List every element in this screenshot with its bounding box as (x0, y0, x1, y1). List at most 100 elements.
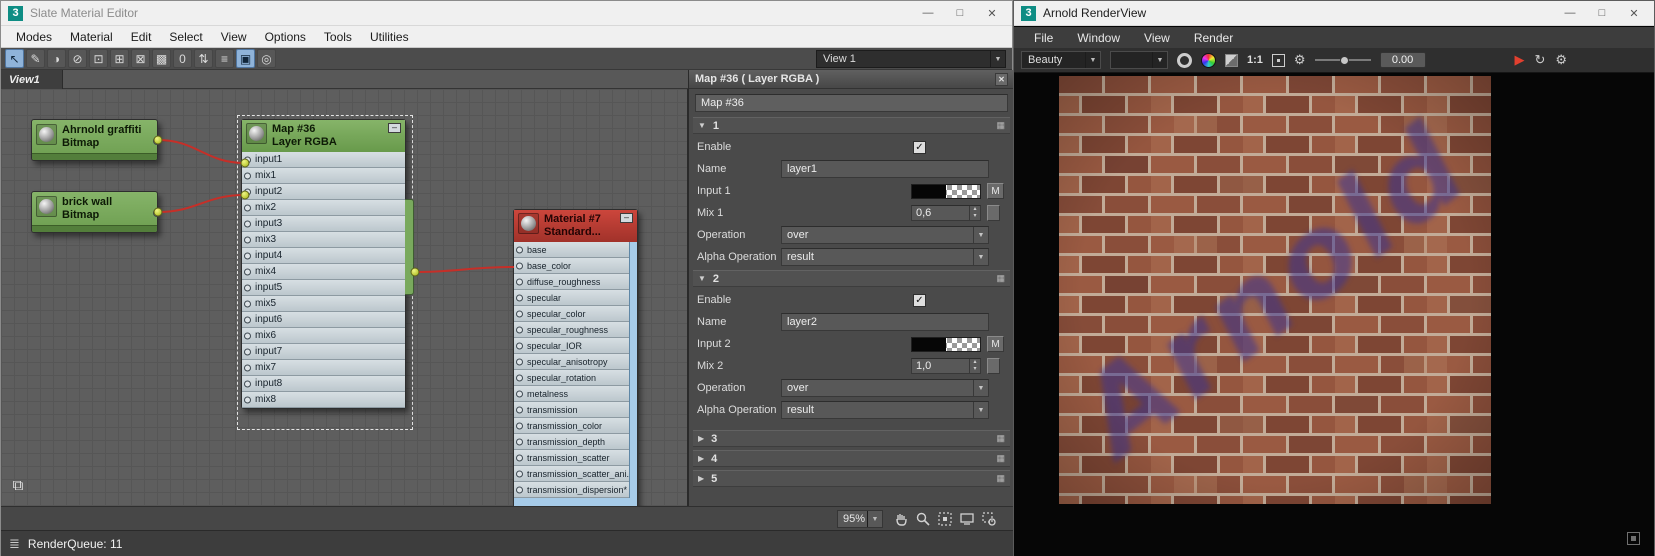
alpha-operation-dropdown[interactable]: result ▼ (781, 248, 989, 266)
section-4-header[interactable]: ▶ 4 ▦ (693, 450, 1010, 467)
show-shaded-material-icon[interactable]: ⊠ (131, 49, 150, 68)
menu-view[interactable]: View (212, 30, 256, 44)
node-slot-input3[interactable]: input3 (242, 216, 405, 232)
rgb-channels-icon[interactable] (1201, 52, 1216, 68)
minimize-button[interactable]: — (912, 2, 944, 24)
slot-socket-icon[interactable] (244, 364, 251, 371)
menu-file[interactable]: File (1022, 31, 1065, 45)
connector-dot[interactable] (153, 207, 163, 217)
view-selector-dropdown[interactable]: View 1 ▼ (816, 50, 1006, 68)
start-render-icon[interactable]: ▶ (1514, 52, 1524, 68)
node-slot-transmission_scatter[interactable]: transmission_scatter (514, 450, 629, 466)
mix-spinner[interactable]: 1,0 ▴ ▾ (911, 358, 981, 374)
slate-titlebar[interactable]: 3 Slate Material Editor — □ ✕ (1, 1, 1012, 26)
spinner-up-icon[interactable]: ▴ (970, 359, 980, 366)
zoom-icon[interactable] (913, 509, 932, 528)
connector-dot[interactable] (153, 135, 163, 145)
menu-material[interactable]: Material (61, 30, 122, 44)
zoom-preview-icon[interactable]: ◎ (257, 49, 276, 68)
slot-socket-icon[interactable] (516, 438, 523, 445)
pan-hand-icon[interactable] (891, 509, 910, 528)
slot-socket-icon[interactable] (244, 172, 251, 179)
display-gamma-icon[interactable] (1177, 52, 1192, 68)
node-bitmap-graffiti[interactable]: Ahrnold graffiti Bitmap (31, 119, 161, 161)
node-slot-input4[interactable]: input4 (242, 248, 405, 264)
slot-socket-icon[interactable] (516, 358, 523, 365)
menu-edit[interactable]: Edit (122, 30, 161, 44)
show-material-id-icon[interactable]: 0 (173, 49, 192, 68)
layout-all-icon[interactable]: ⇅ (194, 49, 213, 68)
node-slot-specular[interactable]: specular (514, 290, 629, 306)
node-slot-transmission_dispersion*[interactable]: transmission_dispersion* (514, 482, 629, 498)
delete-selected-icon[interactable]: ⊘ (68, 49, 87, 68)
menu-render[interactable]: Render (1182, 31, 1245, 45)
slot-socket-icon[interactable] (244, 396, 251, 403)
region-render-icon[interactable] (1271, 53, 1285, 67)
node-slot-transmission_depth[interactable]: transmission_depth (514, 434, 629, 450)
mix-map-button[interactable] (987, 358, 1000, 374)
input-color-swatch[interactable] (911, 183, 981, 199)
move-children-icon[interactable]: ⊡ (89, 49, 108, 68)
slot-socket-icon[interactable] (244, 236, 251, 243)
close-button[interactable]: ✕ (1618, 2, 1650, 24)
section-grid-icon[interactable]: ▦ (996, 473, 1005, 484)
node-slot-specular_IOR[interactable]: specular_IOR (514, 338, 629, 354)
slot-socket-icon[interactable] (244, 380, 251, 387)
node-slot-input8[interactable]: input8 (242, 376, 405, 392)
pick-material-icon[interactable]: ✎ (26, 49, 45, 68)
section-1-header[interactable]: ▼ 1 ▦ (693, 117, 1010, 134)
menu-select[interactable]: Select (160, 30, 211, 44)
camera-dropdown[interactable]: ▼ (1110, 51, 1168, 69)
layer-name-input[interactable]: layer2 (781, 313, 989, 331)
hide-unused-nodeslots-icon[interactable]: ⊞ (110, 49, 129, 68)
slot-socket-icon[interactable] (516, 326, 523, 333)
node-slot-mix6[interactable]: mix6 (242, 328, 405, 344)
node-slot-transmission_scatter_ani...[interactable]: transmission_scatter_ani... (514, 466, 629, 482)
slider-handle[interactable] (1339, 56, 1349, 65)
node-slot-base[interactable]: base (514, 242, 629, 258)
minimize-button[interactable]: — (1554, 2, 1586, 24)
slot-socket-icon[interactable] (516, 342, 523, 349)
node-bitmap-brickwall[interactable]: brick wall Bitmap (31, 191, 161, 233)
render-settings-gear-icon[interactable]: ⚙ (1555, 52, 1567, 68)
menu-view[interactable]: View (1132, 31, 1182, 45)
zoom-level-dropdown[interactable]: 95% ▼ (837, 510, 883, 528)
slot-socket-icon[interactable] (516, 470, 523, 477)
node-slot-metalness[interactable]: metalness (514, 386, 629, 402)
slot-socket-icon[interactable] (516, 262, 523, 269)
material-browser-toggle-icon[interactable]: ⧉ (7, 474, 29, 496)
section-5-header[interactable]: ▶ 5 ▦ (693, 470, 1010, 487)
section-grid-icon[interactable]: ▦ (996, 433, 1005, 444)
node-slot-mix3[interactable]: mix3 (242, 232, 405, 248)
slot-socket-icon[interactable] (516, 486, 523, 493)
connector-dot[interactable] (240, 158, 250, 168)
node-slot-specular_roughness[interactable]: specular_roughness (514, 322, 629, 338)
slot-socket-icon[interactable] (516, 406, 523, 413)
maximize-button[interactable]: □ (1586, 2, 1618, 24)
slot-socket-icon[interactable] (244, 348, 251, 355)
section-grid-icon[interactable]: ▦ (996, 453, 1005, 464)
arnold-titlebar[interactable]: 3 Arnold RenderView — □ ✕ (1014, 1, 1654, 26)
slot-socket-icon[interactable] (244, 332, 251, 339)
menu-tools[interactable]: Tools (315, 30, 361, 44)
mix-spinner[interactable]: 0,6 ▴ ▾ (911, 205, 981, 221)
slot-socket-icon[interactable] (244, 284, 251, 291)
spinner-down-icon[interactable]: ▾ (970, 366, 980, 373)
input-color-swatch[interactable] (911, 336, 981, 352)
node-slot-input1[interactable]: input1 (242, 152, 405, 168)
map-name-input[interactable]: Map #36 (695, 94, 1008, 112)
display-settings-gear-icon[interactable]: ⚙ (1294, 52, 1306, 68)
map-button[interactable]: M (987, 183, 1004, 199)
collapse-node-button[interactable]: – (388, 123, 401, 133)
sample-slot-icon[interactable]: ◑ (47, 49, 66, 68)
slot-socket-icon[interactable] (244, 204, 251, 211)
continuous-refresh-icon[interactable]: ↻ (1534, 52, 1545, 68)
slot-socket-icon[interactable] (244, 252, 251, 259)
node-slot-mix2[interactable]: mix2 (242, 200, 405, 216)
slot-socket-icon[interactable] (244, 316, 251, 323)
node-slot-transmission[interactable]: transmission (514, 402, 629, 418)
select-tool-icon[interactable]: ↖ (5, 49, 24, 68)
isolate-selected-icon[interactable] (1225, 53, 1238, 67)
enable-checkbox[interactable]: ✓ (913, 140, 926, 154)
exposure-value-field[interactable]: 0.00 (1379, 52, 1426, 68)
